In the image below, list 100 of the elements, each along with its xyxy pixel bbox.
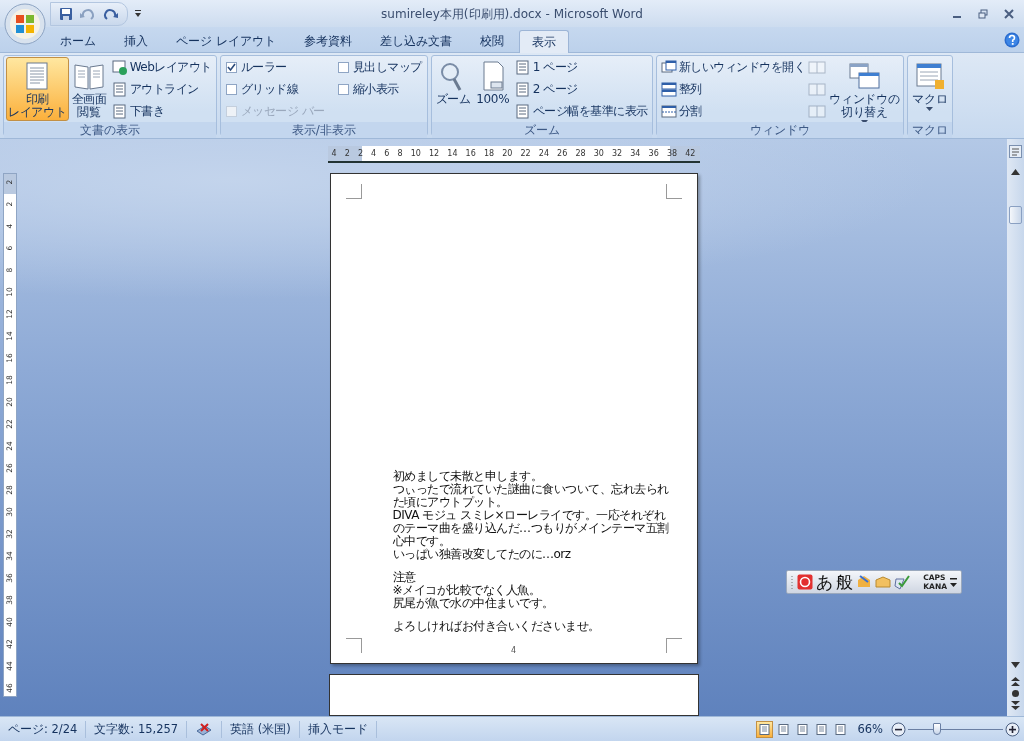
ruler-number: 16: [465, 149, 476, 159]
previous-page-icon[interactable]: [1011, 677, 1020, 686]
group-label: ズーム: [431, 122, 652, 138]
language-indicator[interactable]: 英語 (米国): [222, 720, 300, 738]
ruler-number: 8: [397, 149, 403, 159]
ribbon-tab[interactable]: ホーム: [47, 30, 109, 52]
ribbon-button[interactable]: 分割: [658, 101, 808, 121]
macro-icon: [913, 60, 947, 92]
ribbon-tab[interactable]: ページ レイアウト: [163, 30, 289, 52]
ribbon-tab[interactable]: 参考資料: [290, 30, 365, 52]
zoom-in-icon[interactable]: [1005, 721, 1020, 737]
check-icon: [226, 62, 236, 72]
zoom-out-icon[interactable]: [891, 721, 906, 737]
crop-mark: [665, 184, 682, 200]
ribbon-button[interactable]: Webレイアウト: [109, 57, 214, 77]
ruler-number: 30: [593, 149, 604, 159]
ribbon-button[interactable]: 整列: [658, 79, 808, 99]
scroll-down-icon[interactable]: [1011, 662, 1020, 668]
text-line: のテーマ曲を盛り込んだ…つもりがメインテーマ五割: [392, 522, 670, 536]
ruler-number: 38: [666, 149, 678, 159]
checkbox[interactable]: 見出しマップ: [334, 57, 425, 77]
grip-icon[interactable]: [791, 575, 794, 589]
group-label: 文書の表示: [4, 122, 216, 138]
ribbon-tab[interactable]: 表示: [518, 30, 569, 53]
checkbox[interactable]: グリッド線: [222, 79, 328, 99]
group-label: 表示/非表示: [220, 122, 427, 138]
new-window-icon: [660, 59, 677, 75]
ruler-number: 28: [575, 149, 586, 159]
ruler-number: 2: [357, 149, 363, 159]
insert-mode-indicator[interactable]: 挿入モード: [299, 720, 377, 738]
ribbon-button[interactable]: 下書き: [109, 101, 214, 121]
text-line: 注意: [392, 571, 417, 585]
ribbon-button[interactable]: マクロ: [910, 57, 950, 121]
split-icon: [660, 103, 677, 119]
ruler-number: 4: [331, 149, 337, 159]
conversion-mode-button[interactable]: 般: [836, 572, 853, 592]
page-number: 4: [510, 646, 517, 655]
ruler-number: 4: [371, 149, 377, 159]
ruler-number: 14: [447, 149, 458, 159]
ribbon-button[interactable]: 1 ページ: [512, 57, 650, 77]
ribbon-button[interactable]: 新しいウィンドウを開く: [658, 57, 808, 77]
page-count: ページ: 2/24: [0, 720, 87, 738]
input-mode-button[interactable]: あ: [816, 572, 833, 592]
close-icon[interactable]: [1004, 8, 1014, 19]
text-line: よろしければお付き合いくださいませ。: [392, 620, 601, 634]
page-icon: [514, 103, 531, 119]
view-button[interactable]: [756, 720, 774, 738]
ribbon-tab[interactable]: 差し込み文書: [366, 30, 465, 52]
text-line: た頃にアウトプット。: [392, 496, 508, 510]
ribbon-button[interactable]: ズーム: [433, 57, 473, 121]
ruler-number: 18: [483, 149, 495, 159]
ruler-toggle-icon[interactable]: [1009, 145, 1022, 158]
ruler-number: 32: [612, 149, 623, 159]
redo-icon[interactable]: [103, 6, 119, 21]
customize-caret-icon[interactable]: [134, 9, 142, 18]
ruler-number: 12: [429, 149, 440, 159]
ribbon-tab[interactable]: 校閲: [466, 30, 517, 52]
ribbon-button[interactable]: 100%: [473, 57, 512, 121]
arrange-icon: [660, 81, 677, 97]
ime-logo-icon[interactable]: [797, 574, 813, 590]
crop-mark: [345, 638, 362, 653]
property-check-icon[interactable]: [894, 574, 910, 590]
scroll-up-icon[interactable]: [1011, 169, 1020, 175]
ribbon-button[interactable]: 全画面 閲覧: [69, 57, 109, 121]
web-page-icon: [111, 59, 128, 75]
text-line: 心中です。: [392, 535, 450, 549]
ribbon-button[interactable]: 印刷 レイアウト: [6, 57, 69, 121]
zoom-level[interactable]: 66%: [851, 722, 889, 736]
page-icon: [111, 81, 128, 97]
page-icon: [514, 59, 531, 75]
ruler-number: 36: [648, 149, 659, 159]
ribbon-button[interactable]: ページ幅を基準に表示: [512, 101, 650, 121]
ruler-number: 42: [685, 149, 696, 159]
save-icon[interactable]: [59, 6, 73, 21]
text-line: DIVA モジュ スミレ×ローレライです。一応それぞれ: [392, 509, 666, 523]
ruler-number: 6: [384, 149, 390, 159]
restore-icon[interactable]: [978, 8, 988, 19]
checkbox[interactable]: ルーラー: [222, 57, 328, 77]
browse-object-icon[interactable]: [1011, 689, 1020, 698]
next-page-icon[interactable]: [1011, 701, 1020, 710]
crop-mark: [665, 638, 682, 653]
page-icon: [111, 103, 128, 119]
checkbox[interactable]: 縮小表示: [334, 79, 425, 99]
window-title: sumireley本用(印刷用).docx - Microsoft Word: [381, 7, 643, 21]
text-line: いっぱい独善改変してたのに…orz: [392, 548, 572, 562]
print-layout-icon: [759, 723, 771, 735]
help-icon[interactable]: [1004, 31, 1020, 48]
ribbon-button[interactable]: 2 ページ: [512, 79, 650, 99]
toolbar-menu-icon[interactable]: [950, 576, 957, 588]
ruler-number: 20: [502, 149, 513, 159]
page-icon: [514, 81, 531, 97]
proofing-book-icon[interactable]: [195, 721, 214, 737]
group-label: ウィンドウ: [656, 122, 904, 138]
ruler-number: 22: [520, 149, 531, 159]
scroll-thumb[interactable]: [1009, 206, 1022, 224]
group-label: マクロ: [908, 122, 953, 138]
word-count: 文字数: 15,257: [86, 720, 188, 738]
zoom-slider-thumb[interactable]: [932, 722, 941, 735]
ribbon-button[interactable]: アウトライン: [109, 79, 214, 99]
ribbon-tab[interactable]: 挿入: [111, 30, 161, 52]
